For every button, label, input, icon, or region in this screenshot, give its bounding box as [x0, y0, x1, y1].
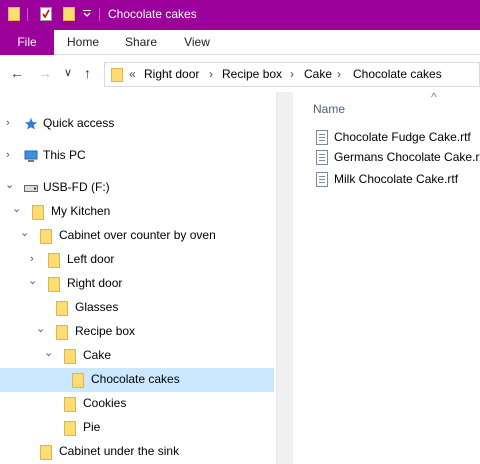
tree-item-right-door[interactable]: ⌄ Right door	[0, 272, 274, 296]
chevron-right-icon[interactable]: ›	[6, 149, 10, 161]
tree-item-usb-drive[interactable]: ⌄ USB-FD (F:)	[0, 176, 274, 200]
breadcrumb-separator: ›	[290, 67, 294, 81]
tree-item-label: Cookies	[83, 396, 127, 410]
folder-icon	[64, 397, 76, 412]
new-folder-icon[interactable]	[63, 7, 75, 21]
tree-item-label: Pie	[83, 420, 101, 434]
folder-icon	[56, 301, 68, 316]
file-name: Chocolate Fudge Cake.rtf	[334, 130, 471, 144]
title-separator	[27, 8, 28, 21]
properties-icon[interactable]	[40, 7, 52, 21]
tab-home[interactable]: Home	[60, 30, 106, 55]
tree-item-label: Glasses	[75, 300, 119, 314]
tree-item-label: Chocolate cakes	[91, 372, 180, 386]
chevron-right-icon[interactable]: ›	[30, 253, 34, 265]
tab-share[interactable]: Share	[118, 30, 164, 55]
tree-item-label: Cake	[83, 348, 112, 362]
back-button[interactable]: ←	[10, 65, 24, 81]
window-title: Chocolate cakes	[108, 7, 197, 21]
tab-view[interactable]: View	[174, 30, 220, 55]
folder-icon	[48, 277, 60, 292]
breadcrumb-right-door[interactable]: Right door	[144, 67, 199, 81]
breadcrumb-recipe-box[interactable]: Recipe box	[222, 67, 282, 81]
file-item[interactable]: Germans Chocolate Cake.rtf	[314, 148, 480, 170]
star-icon	[25, 118, 37, 130]
file-item[interactable]: Chocolate Fudge Cake.rtf	[314, 128, 480, 150]
tree-item-quick-access[interactable]: › Quick access	[0, 112, 274, 136]
folder-icon	[40, 229, 52, 244]
document-icon	[316, 150, 328, 165]
folder-icon	[48, 253, 60, 268]
address-bar[interactable]: « Right door › Recipe box › Cake › Choco…	[104, 62, 480, 87]
breadcrumb-chocolate-cakes[interactable]: Chocolate cakes	[353, 67, 442, 81]
chevron-down-icon[interactable]: ⌄	[36, 322, 45, 335]
title-separator	[99, 8, 100, 21]
file-list-pane: ^ Name Chocolate Fudge Cake.rtf Germans …	[294, 90, 480, 464]
navigation-pane: › Quick access › This PC ⌄ USB-FD (F:) ⌄…	[0, 92, 276, 464]
recent-locations-button[interactable]: ∨	[64, 66, 72, 79]
forward-button[interactable]: →	[38, 65, 52, 81]
tree-item-cabinet-over-counter[interactable]: ⌄ Cabinet over counter by oven	[0, 224, 274, 248]
tree-item-recipe-box[interactable]: ⌄ Recipe box	[0, 320, 274, 344]
breadcrumb-separator: ›	[209, 67, 213, 81]
tree-item-chocolate-cakes[interactable]: Chocolate cakes	[0, 368, 274, 392]
tree-item-this-pc[interactable]: › This PC	[0, 144, 274, 168]
chevron-right-icon[interactable]: ›	[6, 117, 10, 129]
folder-icon	[56, 325, 68, 340]
column-header-name[interactable]: Name	[313, 102, 345, 116]
folder-icon[interactable]	[8, 7, 20, 21]
file-item[interactable]: Milk Chocolate Cake.rtf	[314, 170, 480, 192]
document-icon	[316, 172, 328, 187]
tree-item-glasses[interactable]: Glasses	[0, 296, 274, 320]
folder-icon	[72, 373, 84, 388]
tree-item-label: USB-FD (F:)	[43, 180, 110, 194]
chevron-down-icon[interactable]: ⌄	[44, 346, 53, 359]
chevron-down-icon[interactable]: ⌄	[12, 202, 21, 215]
tree-item-pie[interactable]: Pie	[0, 416, 274, 440]
tree-item-cake[interactable]: ⌄ Cake	[0, 344, 274, 368]
tree-item-label: My Kitchen	[51, 204, 111, 218]
folder-icon	[40, 445, 52, 460]
folder-icon	[111, 68, 123, 82]
tree-item-label: This PC	[43, 148, 86, 162]
folder-icon	[64, 349, 76, 364]
up-button[interactable]: ↑	[84, 65, 91, 81]
drive-icon	[24, 185, 38, 192]
chevron-down-icon[interactable]: ⌄	[20, 226, 29, 239]
tab-file[interactable]: File	[0, 30, 54, 55]
tree-item-cabinet-under-sink[interactable]: Cabinet under the sink	[0, 440, 274, 464]
breadcrumb-overflow[interactable]: «	[129, 67, 136, 81]
tree-item-my-kitchen[interactable]: ⌄ My Kitchen	[0, 200, 274, 224]
tree-item-label: Cabinet over counter by oven	[59, 228, 216, 242]
computer-icon	[24, 150, 38, 162]
tree-item-label: Cabinet under the sink	[59, 444, 180, 458]
document-icon	[316, 130, 328, 145]
file-name: Milk Chocolate Cake.rtf	[334, 172, 459, 186]
ribbon-tabs: File Home Share View	[0, 30, 480, 55]
tree-item-label: Left door	[67, 252, 115, 266]
folder-icon	[64, 421, 76, 436]
sort-ascending-icon: ^	[431, 90, 437, 104]
address-row: ← → ∨ ↑ « Right door › Recipe box › Cake…	[0, 56, 480, 92]
customize-quick-access-icon[interactable]	[82, 9, 92, 19]
breadcrumb-separator: ›	[337, 67, 341, 81]
file-name: Germans Chocolate Cake.rtf	[334, 150, 480, 164]
tree-item-label: Recipe box	[75, 324, 136, 338]
tree-item-label: Quick access	[43, 116, 115, 130]
title-bar: Chocolate cakes	[0, 0, 480, 30]
tree-item-label: Right door	[67, 276, 123, 290]
folder-icon	[32, 205, 44, 220]
tree-item-left-door[interactable]: › Left door	[0, 248, 274, 272]
breadcrumb-cake[interactable]: Cake	[304, 67, 332, 81]
chevron-down-icon[interactable]: ⌄	[28, 274, 37, 287]
navigation-pane-scrollbar[interactable]	[276, 92, 293, 464]
tree-item-cookies[interactable]: Cookies	[0, 392, 274, 416]
chevron-down-icon[interactable]: ⌄	[5, 178, 14, 191]
